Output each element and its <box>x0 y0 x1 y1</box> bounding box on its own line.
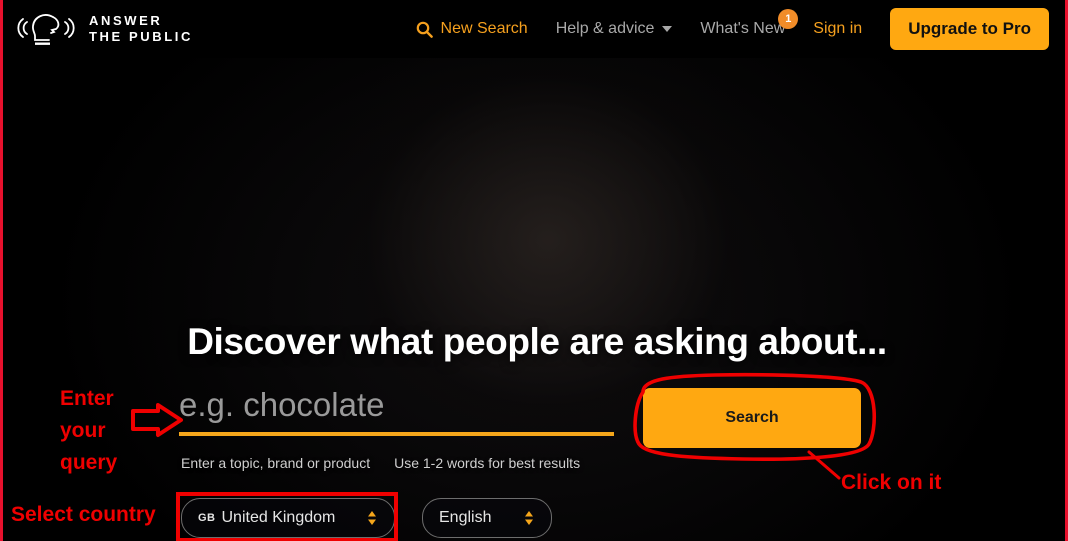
page-title: Discover what people are asking about... <box>187 321 887 362</box>
language-label: English <box>439 509 492 526</box>
nav-links: New Search Help & advice What's New 1 Si… <box>416 8 1049 50</box>
updown-arrows-icon <box>344 509 378 527</box>
chevron-down-icon <box>662 26 673 32</box>
brand-wordmark: ANSWER THE PUBLIC <box>89 13 193 45</box>
search-hint-1: Enter a topic, brand or product <box>181 455 371 471</box>
language-select[interactable]: English <box>422 498 552 538</box>
search-icon <box>416 21 433 38</box>
nav-item-help-advice[interactable]: Help & advice <box>556 20 673 38</box>
brand-line-2: THE PUBLIC <box>89 29 193 44</box>
hero-section: Discover what people are asking about...… <box>3 0 1065 541</box>
nav-item-new-search-label: New Search <box>440 20 528 37</box>
annotation-select-country: Select country <box>11 503 156 526</box>
app-window: ANSWER THE PUBLIC New Search Help & advi… <box>0 0 1068 541</box>
status-badge: 1 <box>778 9 799 29</box>
nav-item-sign-in-label: Sign in <box>813 20 863 37</box>
brand-logo[interactable]: ANSWER THE PUBLIC <box>15 9 193 49</box>
annotation-enter-query: Enter your query <box>60 387 118 474</box>
nav-item-whats-new-label: What's New <box>700 20 786 37</box>
search-input-wrapper <box>179 386 614 436</box>
country-select[interactable]: GB United Kingdom <box>181 498 395 538</box>
country-name-label: United Kingdom <box>221 509 336 526</box>
nav-item-sign-in[interactable]: Sign in <box>813 20 862 38</box>
search-hint-2: Use 1-2 words for best results <box>394 455 581 471</box>
annotation-click-on-it: Click on it <box>841 471 942 494</box>
nav-item-new-search[interactable]: New Search <box>416 20 528 38</box>
nav-item-help-advice-label: Help & advice <box>555 20 655 37</box>
nav-item-whats-new[interactable]: What's New 1 <box>700 9 799 38</box>
country-code-label: GB <box>198 512 216 524</box>
top-navigation-bar: ANSWER THE PUBLIC New Search Help & advi… <box>3 0 1065 58</box>
search-input[interactable] <box>179 386 614 436</box>
brand-line-1: ANSWER <box>89 13 163 28</box>
search-button[interactable]: Search <box>643 388 861 448</box>
search-hints: Enter a topic, brand or product Use 1-2 … <box>181 455 580 471</box>
updown-arrows-icon <box>501 509 535 527</box>
upgrade-to-pro-button[interactable]: Upgrade to Pro <box>890 8 1049 50</box>
speaking-head-icon <box>15 9 77 49</box>
locale-selectors: GB United Kingdom English <box>181 498 552 538</box>
